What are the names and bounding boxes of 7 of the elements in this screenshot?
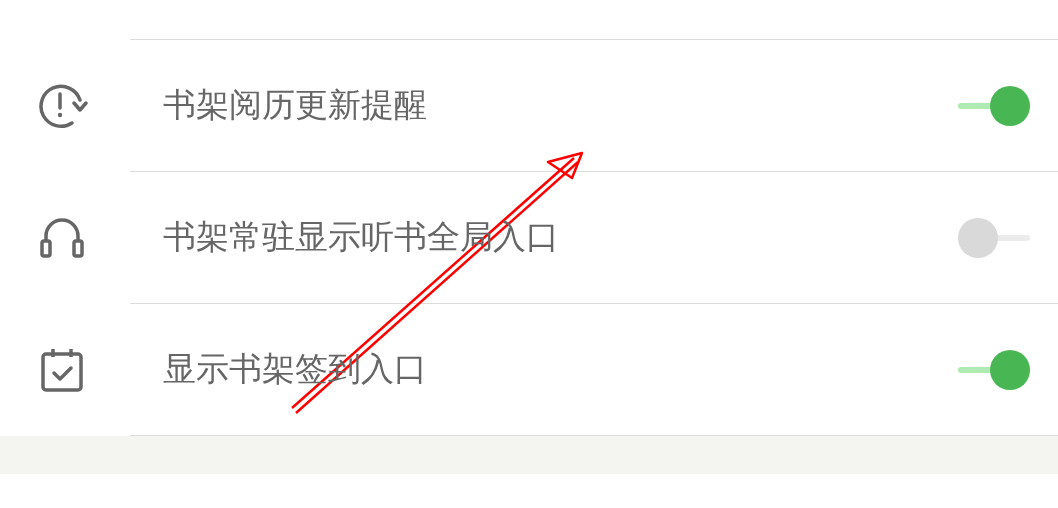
toggle-switch[interactable]: [958, 216, 1030, 259]
headphones-icon: [39, 216, 85, 260]
setting-label: 书架阅历更新提醒: [163, 84, 428, 126]
calendar-check-icon: [39, 347, 85, 393]
alert-refresh-icon: [36, 83, 88, 129]
toggle-switch[interactable]: [958, 348, 1030, 391]
toggle-switch[interactable]: [958, 84, 1030, 127]
